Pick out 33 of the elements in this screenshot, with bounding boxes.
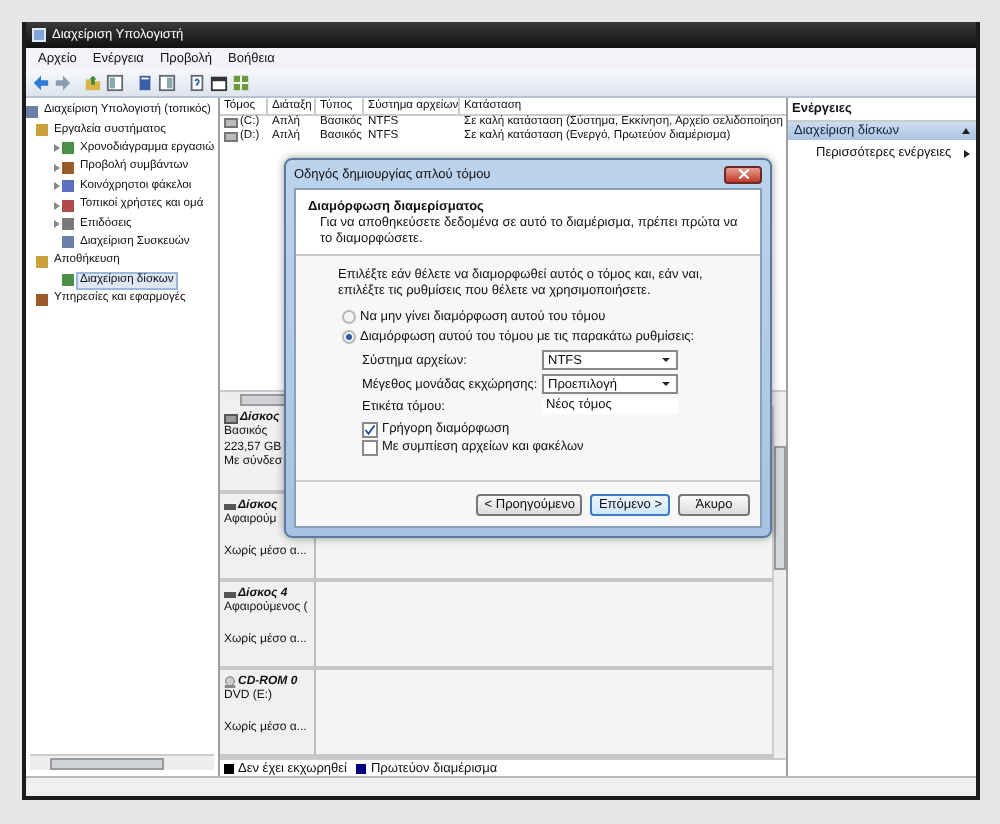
node-icon — [62, 218, 74, 231]
checkbox[interactable] — [362, 421, 378, 437]
node-icon — [62, 236, 74, 249]
scrollbar[interactable] — [30, 754, 214, 770]
radio-button[interactable] — [342, 309, 356, 323]
window-icon[interactable] — [210, 74, 228, 92]
node-icon — [62, 180, 74, 193]
collapse-icon — [962, 128, 970, 134]
help-icon[interactable] — [188, 74, 206, 92]
optical-drive-icon — [224, 676, 236, 688]
scrollbar[interactable] — [772, 406, 786, 758]
node-icon — [62, 199, 74, 212]
caret-icon — [662, 382, 670, 386]
folder-up-icon[interactable] — [84, 74, 102, 92]
forward-icon[interactable] — [54, 74, 72, 92]
node-icon — [36, 255, 48, 268]
checkbox[interactable] — [362, 439, 378, 455]
caret-icon — [662, 358, 670, 362]
close-button[interactable] — [724, 165, 762, 183]
node-icon — [36, 293, 48, 306]
panel-icon[interactable] — [106, 74, 124, 92]
node-icon — [62, 142, 74, 155]
computer-icon — [32, 28, 46, 42]
node-icon — [36, 124, 48, 137]
back-icon[interactable] — [32, 74, 50, 92]
node-icon — [62, 274, 74, 287]
panel-icon[interactable] — [158, 74, 176, 92]
node-icon — [26, 105, 38, 118]
radio-button[interactable] — [342, 329, 356, 343]
close-icon — [737, 168, 749, 180]
node-icon — [62, 161, 74, 174]
submenu-arrow-icon — [964, 149, 970, 157]
properties-icon[interactable] — [136, 74, 154, 92]
